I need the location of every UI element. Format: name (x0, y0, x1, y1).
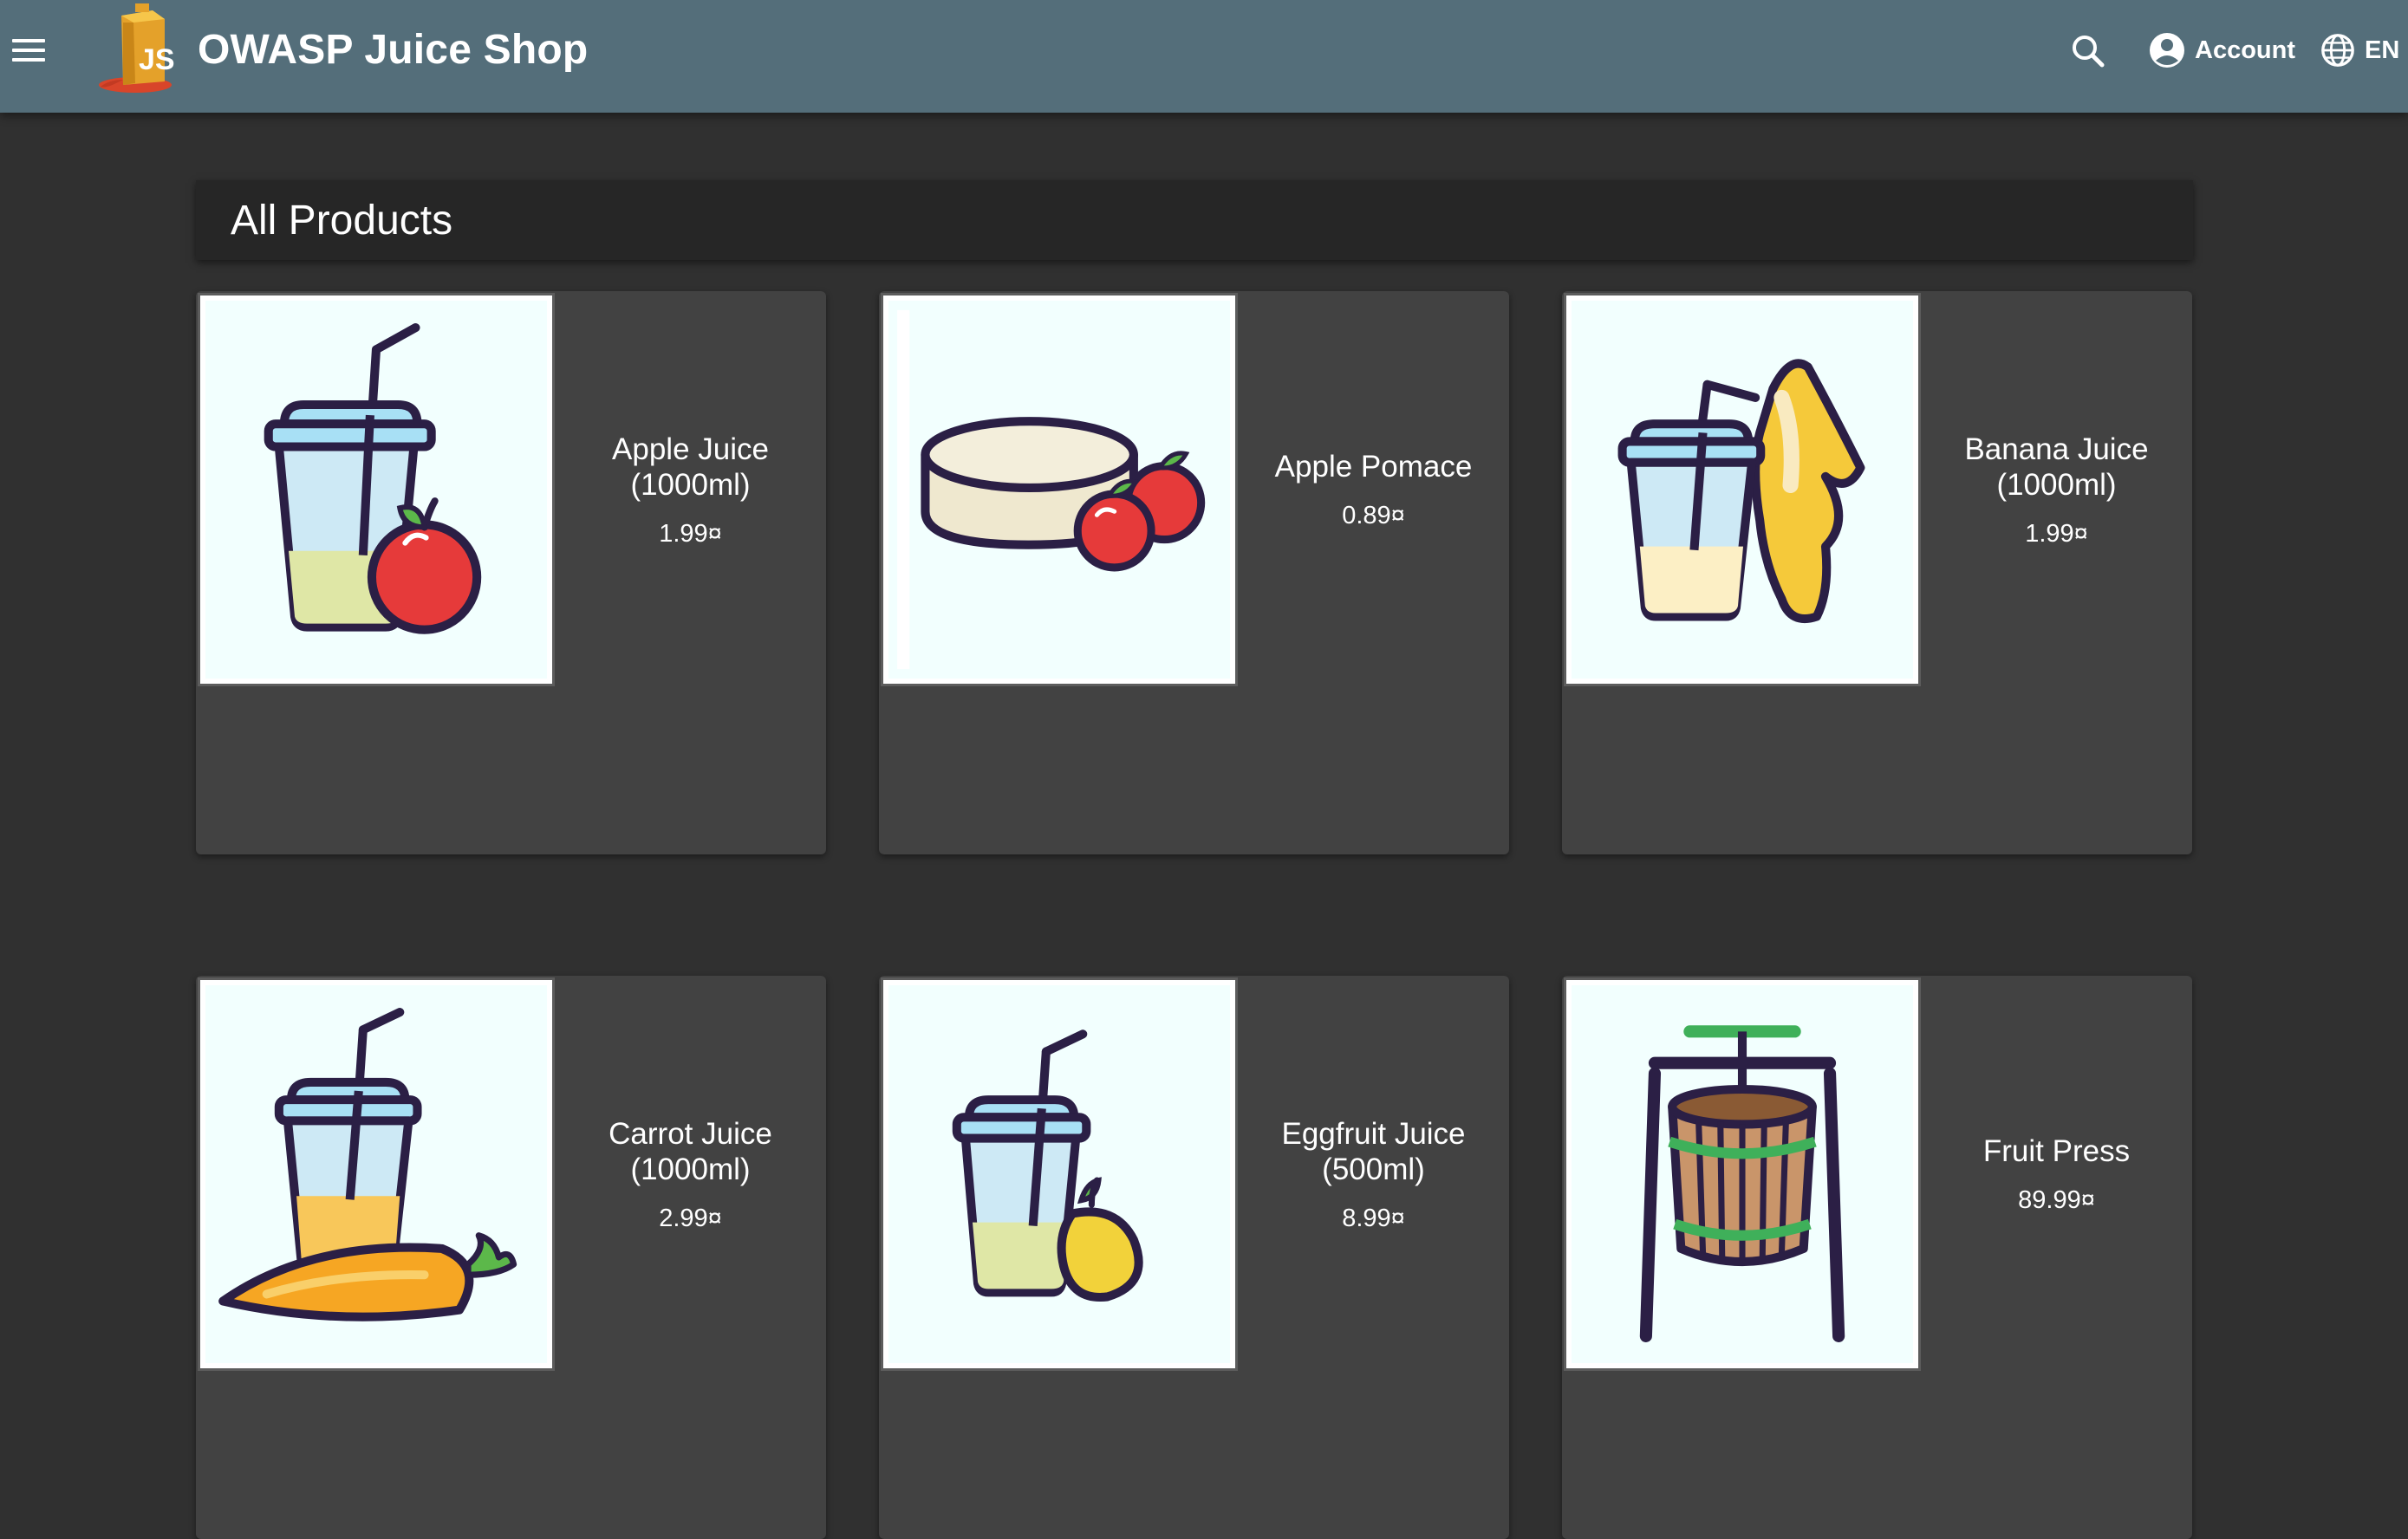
apple-pomace-icon (897, 309, 1206, 670)
products-heading-bar: All Products (196, 180, 2193, 260)
product-price: 89.99¤ (2018, 1186, 2095, 1214)
banana-juice-icon (1617, 359, 1865, 624)
globe-icon (2321, 34, 2354, 67)
menu-button[interactable] (12, 33, 47, 68)
search-icon[interactable] (2066, 29, 2110, 73)
product-image[interactable] (1564, 293, 1921, 686)
account-circle-icon (2150, 33, 2184, 68)
account-label: Account (2195, 36, 2295, 64)
product-grid: Apple Juice (1000ml) 1.99¤ Apple Pomace … (196, 291, 2193, 1539)
product-card[interactable]: Carrot Juice (1000ml) 2.99¤ (196, 976, 826, 1539)
product-name: Apple Pomace (1274, 450, 1473, 484)
svg-text:JS: JS (139, 43, 175, 76)
menu-bar (12, 58, 45, 62)
juice-shop-logo-icon[interactable]: JS (97, 0, 184, 95)
language-button[interactable]: EN (2320, 26, 2399, 75)
product-image[interactable] (1564, 977, 1921, 1371)
product-info: Banana Juice (1000ml) 1.99¤ (1921, 291, 2192, 688)
apple-juice-icon (264, 323, 482, 634)
menu-bar (12, 39, 45, 42)
product-image[interactable] (198, 293, 555, 686)
product-image[interactable] (198, 977, 555, 1371)
eggfruit-juice-icon (952, 1029, 1143, 1302)
carrot-juice-icon (218, 1008, 517, 1321)
account-button[interactable]: Account (2148, 26, 2295, 75)
product-info: Apple Pomace 0.89¤ (1238, 291, 1509, 688)
product-card[interactable]: Apple Juice (1000ml) 1.99¤ (196, 291, 826, 854)
product-price: 0.89¤ (1342, 502, 1405, 529)
product-image[interactable] (881, 293, 1238, 686)
product-price: 1.99¤ (659, 519, 722, 548)
product-info: Apple Juice (1000ml) 1.99¤ (555, 291, 826, 688)
fruit-press-icon (1639, 1025, 1845, 1342)
app-title[interactable]: OWASP Juice Shop (198, 26, 588, 74)
product-card[interactable]: Eggfruit Juice (500ml) 8.99¤ (879, 976, 1509, 1539)
product-name: Apple Juice (1000ml) (612, 432, 769, 502)
top-toolbar: JS OWASP Juice Shop Account EN (0, 0, 2408, 113)
page-title: All Products (231, 197, 453, 244)
product-name: Carrot Juice (1000ml) (609, 1116, 772, 1186)
product-price: 2.99¤ (659, 1204, 722, 1232)
product-name: Eggfruit Juice (500ml) (1281, 1116, 1466, 1186)
language-label: EN (2365, 36, 2400, 64)
product-info: Carrot Juice (1000ml) 2.99¤ (555, 976, 826, 1373)
product-image[interactable] (881, 977, 1238, 1371)
menu-bar (12, 49, 45, 52)
product-card[interactable]: Fruit Press 89.99¤ (1562, 976, 2192, 1539)
product-card[interactable]: Apple Pomace 0.89¤ (879, 291, 1509, 854)
product-card[interactable]: Banana Juice (1000ml) 1.99¤ (1562, 291, 2192, 854)
product-price: 1.99¤ (2025, 519, 2088, 548)
product-name: Fruit Press (1982, 1134, 2131, 1168)
product-price: 8.99¤ (1342, 1204, 1405, 1232)
product-name: Banana Juice (1000ml) (1964, 432, 2149, 502)
product-info: Eggfruit Juice (500ml) 8.99¤ (1238, 976, 1509, 1373)
product-info: Fruit Press 89.99¤ (1921, 976, 2192, 1373)
